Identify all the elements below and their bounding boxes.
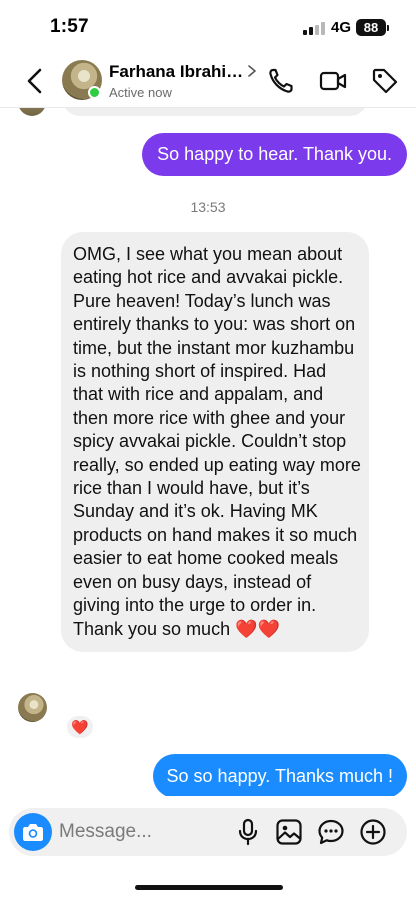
home-indicator[interactable] (135, 885, 283, 890)
camera-icon (23, 824, 43, 841)
tag-icon[interactable] (370, 66, 400, 96)
camera-button[interactable] (14, 813, 52, 851)
cell-signal-icon (303, 22, 325, 35)
message-timestamp: 13:53 (190, 199, 226, 215)
previous-sender-avatar (18, 108, 46, 116)
contact-name[interactable]: Farhana Ibrahi… (109, 62, 243, 82)
add-icon[interactable] (358, 817, 388, 847)
sticker-icon[interactable] (316, 817, 346, 847)
outgoing-message[interactable]: So happy to hear. Thank you. (142, 133, 407, 176)
incoming-message[interactable]: OMG, I see what you mean about eating ho… (61, 232, 369, 652)
phone-icon[interactable] (266, 66, 296, 96)
network-type: 4G (331, 19, 352, 36)
message-input[interactable] (59, 808, 219, 856)
gallery-icon[interactable] (274, 817, 304, 847)
outgoing-message[interactable]: So so happy. Thanks much ! (152, 754, 407, 796)
video-camera-icon[interactable] (318, 66, 348, 96)
status-bar: 1:57 4G 88 (0, 0, 416, 56)
battery-tip (387, 25, 389, 31)
chat-header: Farhana Ibrahi… Active now (0, 56, 416, 108)
message-thread[interactable]: So happy to hear. Thank you. 13:53 OMG, … (0, 108, 416, 796)
chevron-right-icon[interactable] (246, 64, 258, 78)
back-chevron-icon (27, 68, 42, 94)
heart-reaction[interactable]: ❤️ (65, 714, 95, 740)
battery-icon: 88 (356, 19, 386, 36)
message-composer (9, 808, 407, 856)
previous-message-bubble (62, 108, 368, 116)
microphone-icon[interactable] (233, 817, 263, 847)
back-button[interactable] (18, 64, 52, 98)
online-indicator (88, 86, 101, 99)
contact-status: Active now (109, 85, 172, 100)
sender-avatar[interactable] (18, 693, 47, 722)
status-time: 1:57 (50, 16, 89, 37)
